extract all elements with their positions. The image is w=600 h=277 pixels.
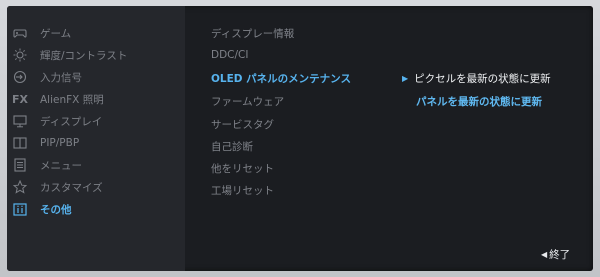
gamepad-icon <box>12 25 28 41</box>
selection-arrow-icon: ▶ <box>402 73 409 83</box>
submenu-self-diagnostic[interactable]: 自己診断 <box>211 139 253 155</box>
input-source-icon <box>12 69 28 85</box>
sidebar-item-label: AlienFX 照明 <box>40 93 104 106</box>
option-pixel-refresh[interactable]: ▶ ピクセルを最新の状態に更新 <box>402 70 551 86</box>
sidebar-item-game[interactable]: ゲーム <box>12 24 177 42</box>
option-panel-refresh[interactable]: パネルを最新の状態に更新 <box>416 93 542 109</box>
sidebar-item-brightness[interactable]: 輝度/コントラスト <box>12 46 177 64</box>
pip-icon <box>12 135 28 151</box>
sidebar-item-menu[interactable]: メニュー <box>12 156 177 174</box>
submenu-display-info[interactable]: ディスプレー情報 <box>211 26 294 42</box>
sidebar-item-input-source[interactable]: 入力信号 <box>12 68 177 86</box>
sidebar-item-label: その他 <box>40 203 72 216</box>
submenu-service-tag[interactable]: サービスタグ <box>211 117 274 133</box>
sidebar-item-label: カスタマイズ <box>40 181 103 194</box>
sidebar-item-label: 入力信号 <box>40 71 82 84</box>
sidebar-item-label: ディスプレイ <box>40 115 103 128</box>
star-icon <box>12 179 28 195</box>
submenu-firmware[interactable]: ファームウェア <box>211 94 284 110</box>
submenu-factory-reset[interactable]: 工場リセット <box>211 183 274 199</box>
brightness-icon <box>12 47 28 63</box>
sidebar-item-display[interactable]: ディスプレイ <box>12 112 177 130</box>
sidebar-item-alienfx[interactable]: FX AlienFX 照明 <box>12 90 177 108</box>
sidebar-item-pip-pbp[interactable]: PIP/PBP <box>12 134 177 152</box>
option-label: ピクセルを最新の状態に更新 <box>414 72 551 85</box>
alienfx-icon: FX <box>12 92 28 106</box>
info-icon <box>12 201 28 217</box>
monitor-icon <box>12 113 28 129</box>
submenu-reset-others[interactable]: 他をリセット <box>211 161 274 177</box>
sidebar-item-personalize[interactable]: カスタマイズ <box>12 178 177 196</box>
submenu-ddc-ci[interactable]: DDC/CI <box>211 49 248 65</box>
sidebar-item-label: 輝度/コントラスト <box>40 49 128 62</box>
exit-label: 終了 <box>549 249 571 261</box>
back-arrow-icon: ◀ <box>541 250 548 259</box>
sidebar-item-label: メニュー <box>40 159 82 172</box>
sidebar-item-label: PIP/PBP <box>40 137 80 149</box>
sidebar-item-others[interactable]: その他 <box>12 200 177 218</box>
menu-icon <box>12 157 28 173</box>
sidebar-item-label: ゲーム <box>40 27 72 40</box>
submenu-oled-panel-maintenance[interactable]: OLED パネルのメンテナンス <box>211 71 351 87</box>
exit-button[interactable]: ◀ 終了 <box>541 247 570 262</box>
